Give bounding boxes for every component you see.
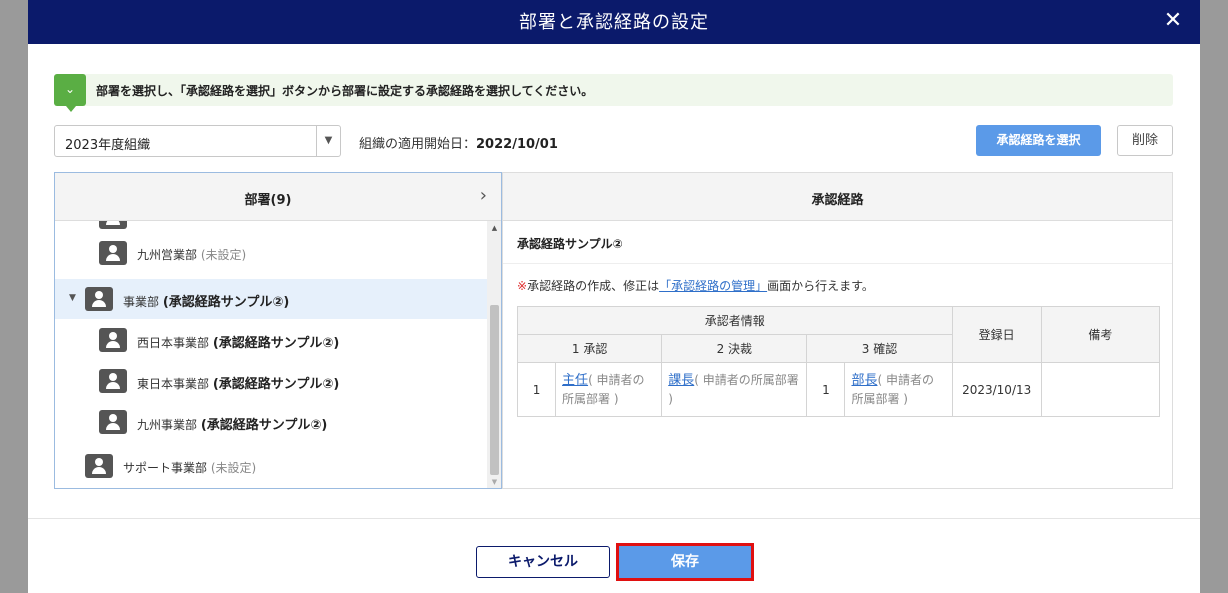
dialog-title: 部署と承認経路の設定	[519, 12, 709, 33]
route-settings-dialog: 部署と承認経路の設定 ✕ ⌄ 部署を選択し、「承認経路を選択」ボタンから部署に設…	[28, 0, 1200, 593]
start-date-value: 2022/10/01	[476, 137, 558, 152]
approver-info-header: 承認者情報	[517, 306, 953, 335]
note-prefix: 承認経路の作成、修正は	[527, 279, 660, 293]
note-mark: ※	[517, 279, 528, 293]
dept-label: 西日本事業部 (承認経路サンプル②)	[137, 332, 339, 351]
department-panel: 部署(9) › 九州営業部 (未設定) ▼ 事業部 (承認経路サンプル②) 西日…	[54, 172, 502, 489]
dept-label: サポート事業部 (未設定)	[123, 459, 256, 476]
step-header-1: 1 承認	[516, 334, 663, 363]
route-panel-header: 承認経路	[503, 173, 1172, 221]
dept-route: (承認経路サンプル②)	[200, 418, 328, 433]
dept-name: 事業部	[123, 295, 160, 309]
org-start-date: 組織の適用開始日：2022/10/01	[359, 133, 558, 152]
dept-status: (未設定)	[210, 461, 257, 475]
department-icon	[99, 410, 127, 434]
remarks-header: 備考	[1040, 306, 1161, 363]
chevron-down-icon: ⌄	[54, 74, 86, 112]
dept-row-east-japan[interactable]: 東日本事業部 (承認経路サンプル②)	[55, 362, 487, 402]
footer-divider	[28, 518, 1200, 519]
approver-count-1: 1	[516, 362, 557, 417]
scroll-up-icon[interactable]: ▲	[487, 221, 501, 235]
save-button[interactable]: 保存	[616, 543, 754, 581]
dept-row-kyushu-sales[interactable]: 九州営業部 (未設定)	[55, 233, 487, 273]
route-management-link[interactable]: 「承認経路の管理」	[659, 279, 767, 293]
department-icon	[99, 328, 127, 352]
select-route-button[interactable]: 承認経路を選択	[976, 125, 1101, 156]
department-icon	[99, 369, 127, 393]
close-icon[interactable]: ✕	[1160, 8, 1186, 34]
approver-cell-2: 課長( 申請者の所属部署 )	[661, 362, 808, 417]
registered-date: 2023/10/13	[951, 362, 1042, 417]
dept-name: 九州事業部	[137, 418, 198, 432]
registered-date-header: 登録日	[951, 306, 1042, 363]
step-header-2: 2 決裁	[661, 334, 808, 363]
dept-route: (承認経路サンプル②)	[212, 377, 340, 392]
divider	[503, 263, 1172, 264]
department-icon	[85, 454, 113, 478]
approver-cell-3: 部長( 申請者の所属部署 )	[844, 362, 953, 417]
table-row: 1 主任( 申請者の所属部署 ) 課長( 申請者の所属部署 ) 1 部長( 申請…	[516, 362, 1161, 417]
info-banner: ⌄ 部署を選択し、「承認経路を選択」ボタンから部署に設定する承認経路を選択してく…	[54, 74, 1173, 112]
dept-row-west-japan[interactable]: 西日本事業部 (承認経路サンプル②)	[55, 321, 487, 361]
approver-count-3: 1	[806, 362, 846, 417]
department-panel-title: 部署(9)	[244, 193, 292, 208]
approver-table: 承認者情報 登録日 備考 1 承認 2 決裁 3 確認 1 主任( 申請者の所属…	[516, 306, 1161, 417]
dept-route: (承認経路サンプル②)	[162, 295, 290, 310]
approver-role-link-2[interactable]: 課長	[668, 373, 694, 388]
department-panel-header: 部署(9) ›	[55, 173, 501, 221]
chevron-right-icon[interactable]: ›	[480, 185, 487, 206]
department-scrollbar[interactable]: ▲ ▼	[487, 221, 501, 488]
dept-name: 西日本事業部	[137, 336, 210, 350]
dept-route: (承認経路サンプル②)	[212, 336, 340, 351]
start-date-label: 組織の適用開始日：	[359, 137, 477, 152]
department-icon	[99, 241, 127, 265]
scroll-down-icon[interactable]: ▼	[487, 475, 501, 488]
dept-name: 東日本事業部	[137, 377, 210, 391]
dept-name: 九州営業部	[137, 248, 198, 262]
dept-label: 事業部 (承認経路サンプル②)	[123, 291, 289, 310]
dept-name: サポート事業部	[123, 461, 208, 475]
route-panel-title: 承認経路	[811, 193, 864, 208]
collapse-arrow-icon[interactable]: ▼	[69, 293, 76, 303]
route-note: ※承認経路の作成、修正は「承認経路の管理」画面から行えます。	[517, 277, 874, 294]
org-select[interactable]: 2023年度組織 ▼	[54, 125, 341, 157]
dept-row-kyushu[interactable]: 九州事業部 (承認経路サンプル②)	[55, 403, 487, 443]
caret-down-icon[interactable]: ▼	[316, 126, 340, 156]
dept-label: 九州事業部 (承認経路サンプル②)	[137, 414, 327, 433]
approver-role-link-3[interactable]: 部長	[851, 373, 877, 388]
approver-cell-1: 主任( 申請者の所属部署 )	[555, 362, 663, 417]
dept-row-support[interactable]: サポート事業部 (未設定)	[55, 447, 487, 487]
dept-row-jigyobu[interactable]: ▼ 事業部 (承認経路サンプル②)	[55, 279, 487, 319]
note-suffix: 画面から行えます。	[767, 279, 874, 293]
delete-button[interactable]: 削除	[1117, 125, 1173, 156]
org-select-value: 2023年度組織	[65, 138, 151, 153]
dept-label: 九州営業部 (未設定)	[137, 246, 246, 263]
dept-status: (未設定)	[200, 248, 247, 262]
remarks-cell	[1040, 362, 1161, 417]
route-panel: 承認経路 承認経路サンプル② ※承認経路の作成、修正は「承認経路の管理」画面から…	[502, 172, 1173, 489]
scroll-thumb[interactable]	[490, 305, 499, 475]
department-icon	[99, 221, 127, 229]
department-list: 九州営業部 (未設定) ▼ 事業部 (承認経路サンプル②) 西日本事業部 (承認…	[55, 221, 487, 488]
step-header-3: 3 確認	[806, 334, 953, 363]
dialog-header: 部署と承認経路の設定 ✕	[28, 0, 1200, 44]
cancel-button[interactable]: キャンセル	[476, 546, 610, 578]
dept-label: 東日本事業部 (承認経路サンプル②)	[137, 373, 339, 392]
info-banner-text: 部署を選択し、「承認経路を選択」ボタンから部署に設定する承認経路を選択してくださ…	[96, 84, 594, 98]
approver-role-link-1[interactable]: 主任	[562, 373, 588, 388]
route-name: 承認経路サンプル②	[517, 237, 623, 251]
department-icon	[85, 287, 113, 311]
